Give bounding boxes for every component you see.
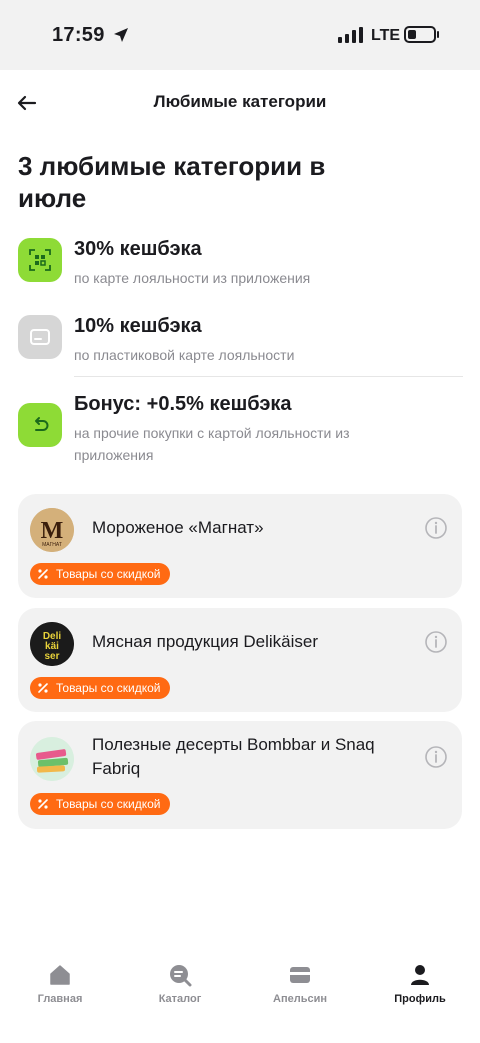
percent-icon: [36, 797, 50, 811]
discount-badge: Товары со скидкой: [30, 563, 171, 585]
category-card-magnat[interactable]: M МАГНАТ Мороженое «Магнат» Товары со ск…: [18, 494, 462, 598]
tab-apelsin[interactable]: Апельсин: [240, 963, 360, 1005]
tier-title: 30% кешбэка: [74, 238, 202, 260]
percent-icon: [36, 567, 50, 581]
svg-text:M: M: [41, 518, 64, 544]
header-title: Любимые категории: [153, 92, 327, 111]
tab-label: Профиль: [394, 993, 446, 1005]
battery-icon: [404, 26, 436, 43]
tab-profile[interactable]: Профиль: [360, 963, 480, 1005]
percent-icon: [36, 681, 50, 695]
tier-title: 10% кешбэка: [74, 315, 202, 337]
badge-label: Товары со скидкой: [56, 567, 161, 581]
category-name: Мясная продукция Delikäiser: [92, 632, 319, 651]
tab-bar: Главная Каталог Апельсин Профиль: [0, 945, 480, 1043]
tier-description: по карте лояльности из приложения: [74, 270, 311, 286]
logo-text: МАГНАТ: [42, 542, 62, 548]
tab-label: Главная: [37, 993, 83, 1005]
qr-code-icon: [18, 238, 62, 282]
category-card-delikaiser[interactable]: Deli käi ser Мясная продукция Delikäiser…: [18, 608, 462, 712]
location-arrow-icon: [114, 28, 128, 42]
category-name: Полезные десерты Bombbar и Snaq Fabriq: [92, 735, 375, 778]
tab-home[interactable]: Главная: [0, 963, 120, 1005]
card-icon: [290, 967, 310, 983]
info-icon[interactable]: [424, 516, 448, 540]
svg-text:ser: ser: [44, 651, 59, 662]
header: Любимые категории: [0, 70, 480, 134]
status-bar: 17:59 LTE: [0, 0, 480, 70]
badge-label: Товары со скидкой: [56, 681, 161, 695]
badge-label: Товары со скидкой: [56, 797, 161, 811]
tier-description: по пластиковой карте лояльности: [74, 347, 295, 363]
delikaiser-logo: Deli käi ser: [30, 622, 74, 666]
tab-catalog[interactable]: Каталог: [120, 963, 240, 1005]
network-type: LTE: [371, 27, 401, 44]
signal-icon: [338, 27, 363, 43]
status-time: 17:59: [52, 24, 105, 46]
info-icon[interactable]: [424, 630, 448, 654]
return-arrow-icon: [18, 403, 62, 447]
home-icon: [50, 965, 70, 985]
divider: [74, 376, 463, 377]
tab-label: Каталог: [158, 993, 202, 1005]
info-icon[interactable]: [424, 745, 448, 769]
tab-label: Апельсин: [273, 993, 327, 1005]
catalog-icon: [170, 965, 192, 987]
battery-tip: [437, 31, 439, 38]
magnat-logo: M МАГНАТ: [30, 508, 74, 552]
category-card-bombbar[interactable]: Полезные десерты Bombbar и Snaq Fabriq Т…: [18, 721, 462, 829]
discount-badge: Товары со скидкой: [30, 677, 171, 699]
bombbar-logo: [30, 737, 74, 781]
category-name: Мороженое «Магнат»: [92, 518, 264, 537]
discount-badge: Товары со скидкой: [30, 793, 171, 815]
card-icon: [18, 315, 62, 359]
tier-title: Бонус: +0.5% кешбэка: [74, 393, 292, 415]
profile-icon: [411, 965, 429, 985]
page-title: 3 любимые категории в июле: [18, 151, 326, 213]
tier-description: на прочие покупки с картой лояльности из…: [74, 425, 350, 463]
